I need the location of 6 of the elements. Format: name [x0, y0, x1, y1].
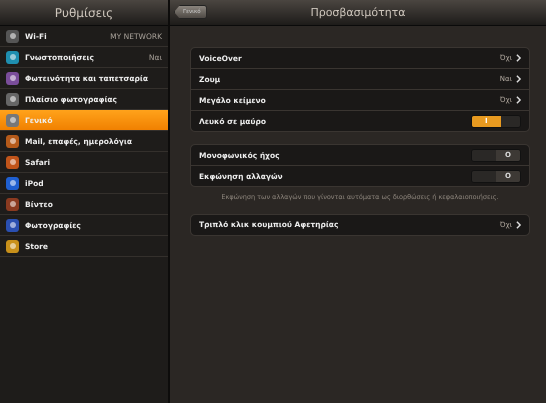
chevron-icon: [516, 54, 521, 62]
chevron-icon: [516, 75, 521, 83]
chevron-icon: [516, 96, 521, 104]
sidebar-title: Ρυθμίσεις: [54, 6, 114, 20]
page-title: Προσβασιμότητα: [310, 6, 406, 19]
chevron-icon: [516, 220, 521, 229]
